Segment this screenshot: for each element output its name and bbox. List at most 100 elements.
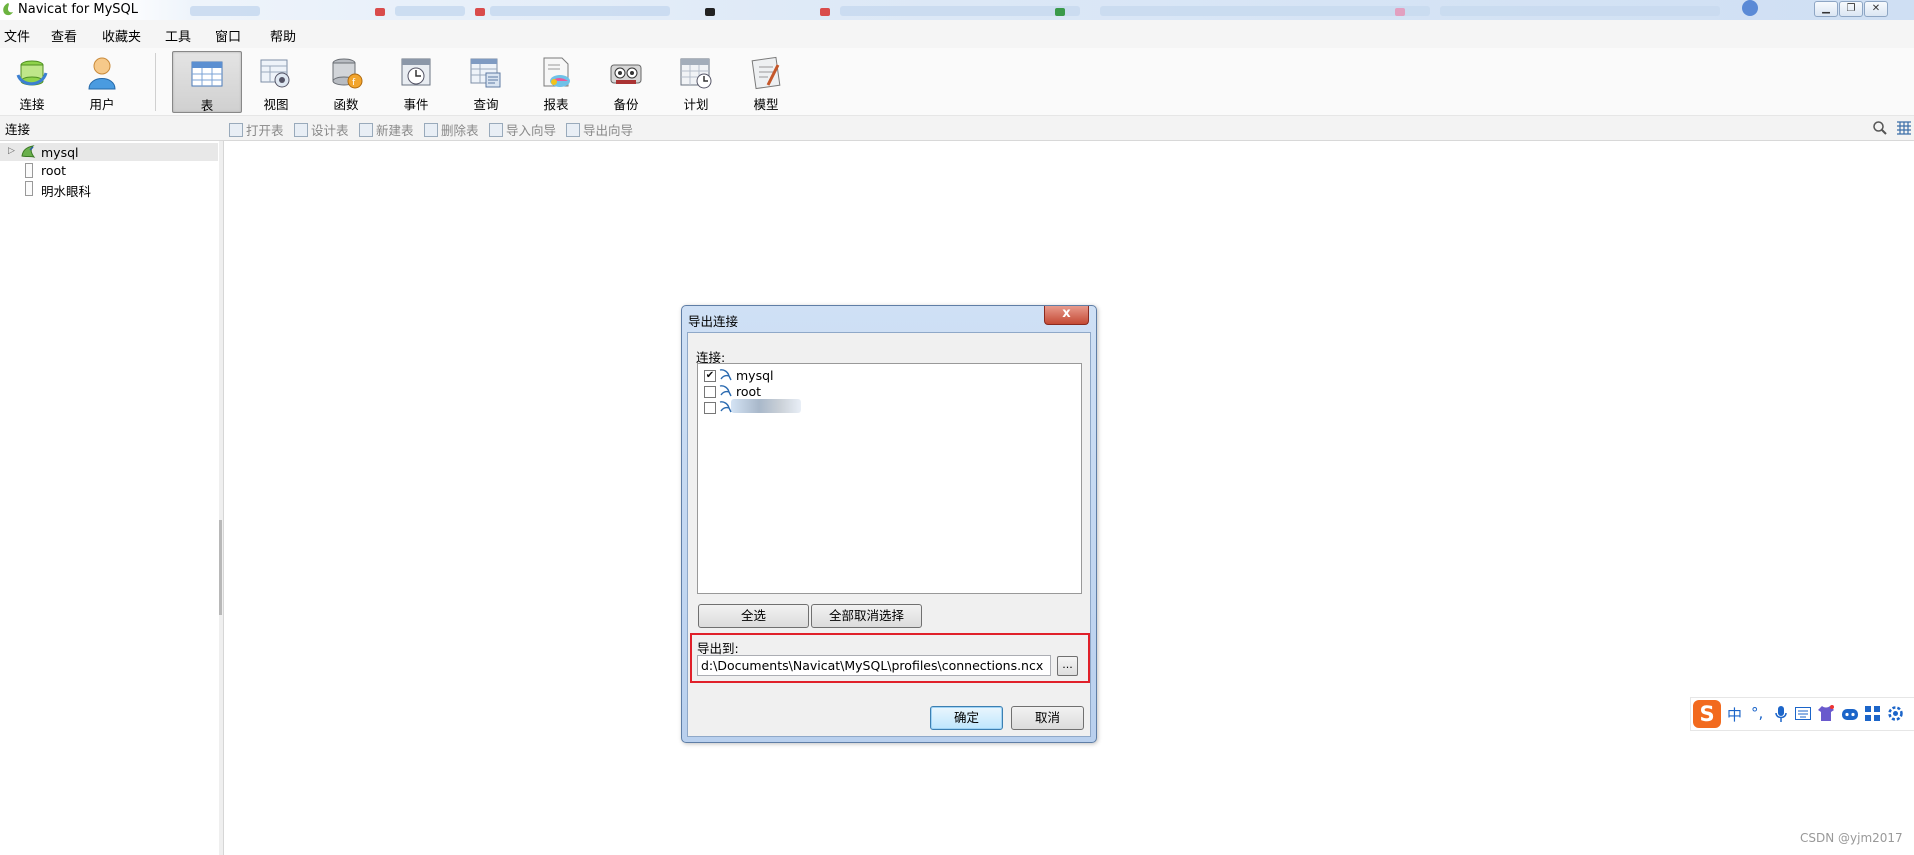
checkbox-checked[interactable]: ✔ — [704, 370, 716, 382]
new-table-button[interactable]: 新建表 — [359, 120, 414, 139]
export-wizard-button[interactable]: 导出向导 — [566, 120, 633, 139]
connection-name: root — [736, 384, 762, 399]
export-connections-dialog: 导出连接 x 连接: ✔ mysql root 全选 全部取消选择 导出到: d… — [681, 305, 1097, 743]
background-tab — [490, 6, 670, 16]
export-wizard-icon — [566, 123, 580, 137]
toolbar-view-button[interactable]: 视图 — [244, 51, 308, 112]
import-wizard-label: 导入向导 — [506, 123, 557, 138]
redacted-name-blur — [731, 399, 801, 413]
expand-arrow-icon[interactable]: ▷ — [8, 146, 15, 156]
toolbar-label: 查询 — [473, 97, 499, 112]
toolbar-backup-button[interactable]: 备份 — [594, 51, 658, 112]
view-icon — [260, 59, 290, 88]
toolbar-query-button[interactable]: 查询 — [454, 51, 518, 112]
title-bar: Navicat for MySQL ▁ ❐ ✕ — [0, 0, 1914, 20]
toolbar-label: 备份 — [613, 97, 639, 112]
open-table-icon — [229, 123, 243, 137]
export-wizard-label: 导出向导 — [583, 123, 634, 138]
background-tab — [395, 6, 465, 16]
delete-table-icon — [424, 123, 438, 137]
menu-tools[interactable]: 工具 — [165, 26, 191, 45]
mic-icon[interactable] — [1775, 706, 1787, 722]
watermark: CSDN @yjm2017 — [1800, 831, 1903, 845]
connection-closed-icon — [25, 163, 33, 178]
background-tab — [1100, 6, 1430, 16]
background-tab — [190, 6, 260, 16]
toolbar-model-button[interactable]: 模型 — [734, 51, 798, 112]
toolbar-user-button[interactable]: 用户 — [70, 51, 134, 112]
import-wizard-button[interactable]: 导入向导 — [489, 120, 556, 139]
keyboard-icon[interactable] — [1795, 707, 1811, 720]
connection-pane-header: 连接 — [5, 122, 31, 137]
dialog-body: 连接: ✔ mysql root 全选 全部取消选择 导出到: d:\Docum… — [687, 332, 1091, 737]
robot-icon[interactable] — [1841, 706, 1859, 721]
connection-item-redacted[interactable] — [702, 398, 1002, 416]
table-icon — [191, 61, 223, 87]
checkbox-unchecked[interactable] — [704, 386, 716, 398]
backup-icon — [610, 64, 642, 84]
sogou-logo-icon[interactable]: S — [1693, 700, 1721, 728]
close-icon[interactable]: x — [1044, 306, 1089, 325]
toolbar-label: 用户 — [89, 97, 115, 112]
select-all-button[interactable]: 全选 — [698, 604, 809, 628]
toolbar-label: 函数 — [333, 97, 359, 112]
user-icon — [88, 57, 116, 90]
close-icon[interactable]: ✕ — [1864, 1, 1888, 17]
toolbar-function-button[interactable]: f 函数 — [314, 51, 378, 112]
menu-favorites[interactable]: 收藏夹 — [102, 26, 141, 45]
export-path-field[interactable]: d:\Documents\Navicat\MySQL\profiles\conn… — [697, 655, 1051, 676]
connection-tree: ▷ mysql root 明水眼科 — [0, 141, 220, 855]
connection-icon — [21, 145, 36, 158]
delete-table-button[interactable]: 删除表 — [424, 120, 479, 139]
tree-item-mingshui[interactable]: 明水眼科 — [0, 179, 218, 199]
toolbar-report-button[interactable]: 报表 — [524, 51, 588, 112]
new-table-label: 新建表 — [376, 123, 414, 138]
cancel-button[interactable]: 取消 — [1011, 706, 1084, 730]
background-tab-icon — [1055, 8, 1065, 16]
import-wizard-icon — [489, 123, 503, 137]
toolbar-label: 表 — [200, 98, 214, 113]
toolbar-event-button[interactable]: 事件 — [384, 51, 448, 112]
tree-item-label: root — [41, 163, 67, 178]
menu-view[interactable]: 查看 — [51, 26, 77, 45]
mysql-dolphin-icon — [719, 401, 732, 413]
object-toolbar: 连接 打开表 设计表 新建表 删除表 导入向导 导出向导 — [0, 116, 1914, 141]
menu-help[interactable]: 帮助 — [270, 26, 296, 45]
function-icon: f — [332, 58, 363, 89]
deselect-all-button[interactable]: 全部取消选择 — [811, 604, 922, 628]
restore-icon[interactable]: ❐ — [1839, 1, 1863, 17]
menu-window[interactable]: 窗口 — [215, 26, 241, 45]
browse-button[interactable]: ... — [1057, 656, 1078, 676]
grid-icon[interactable] — [1865, 706, 1880, 721]
ime-punctuation-toggle[interactable]: °, — [1751, 704, 1763, 722]
toolbar-schedule-button[interactable]: 计划 — [664, 51, 728, 112]
splitter-grip[interactable] — [219, 520, 222, 615]
menu-file[interactable]: 文件 — [4, 26, 30, 45]
toolbar-connection-button[interactable]: 连接 — [0, 51, 64, 112]
pane-splitter[interactable] — [219, 141, 224, 855]
delete-table-label: 删除表 — [441, 123, 479, 138]
mysql-dolphin-icon — [719, 385, 732, 397]
ime-language-toggle[interactable]: 中 — [1727, 704, 1742, 725]
toolbar-table-button[interactable]: 表 — [172, 51, 242, 113]
settings-icon[interactable] — [1887, 705, 1904, 722]
background-tab — [840, 6, 1080, 16]
design-table-icon — [294, 123, 308, 137]
search-icon[interactable] — [1872, 120, 1888, 136]
minimize-icon[interactable]: ▁ — [1814, 1, 1838, 17]
toolbar-label: 连接 — [19, 97, 45, 112]
background-tab-icon — [820, 8, 830, 16]
ok-button[interactable]: 确定 — [930, 706, 1003, 730]
checkbox-unchecked[interactable] — [704, 402, 716, 414]
tree-item-mysql[interactable]: ▷ mysql — [0, 143, 218, 161]
toolbar-label: 计划 — [683, 97, 709, 112]
shirt-icon[interactable] — [1817, 705, 1835, 722]
toolbar-label: 事件 — [403, 97, 429, 112]
background-tab — [1440, 6, 1720, 16]
tree-item-root[interactable]: root — [0, 161, 218, 179]
design-table-label: 设计表 — [311, 123, 349, 138]
design-table-button[interactable]: 设计表 — [294, 120, 349, 139]
open-table-button[interactable]: 打开表 — [229, 120, 284, 139]
grid-view-icon[interactable] — [1896, 120, 1912, 136]
toolbar-label: 视图 — [263, 97, 289, 112]
